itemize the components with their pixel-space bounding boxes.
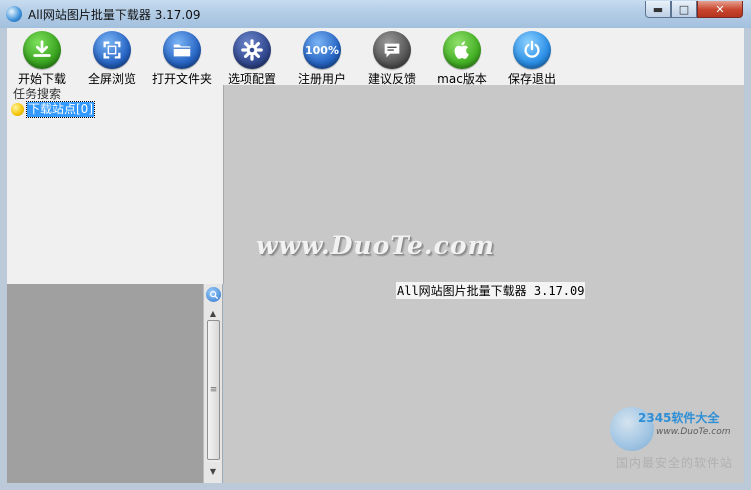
window-title: All网站图片批量下载器 3.17.09 — [28, 8, 201, 22]
logo-url: www.DuoTe.com — [656, 427, 731, 437]
task-tree-panel: 任务搜索 下载站点[0] — [7, 85, 224, 284]
gear-icon — [233, 31, 271, 69]
close-button[interactable]: ✕ — [697, 1, 743, 18]
search-icon[interactable] — [206, 287, 221, 302]
preview-area[interactable]: www.DuoTe.com All网站图片批量下载器 3.17.09 2345软… — [224, 85, 744, 483]
maximize-button[interactable]: □ — [671, 1, 697, 18]
save-exit-button[interactable]: 保存退出 — [497, 28, 567, 86]
scroll-thumb[interactable]: ≡ — [207, 320, 220, 460]
tree-item-label: 下载站点[0] — [26, 100, 95, 118]
minimize-button[interactable]: ▬ — [645, 1, 671, 18]
title-bar[interactable]: All网站图片批量下载器 3.17.09 ▬ □ ✕ — [0, 0, 751, 28]
badge-100-icon: 100% — [303, 31, 341, 69]
app-icon[interactable] — [6, 6, 22, 22]
scroll-down-button[interactable]: ▼ — [206, 464, 220, 478]
logo-brand: 2345软件大全 — [638, 411, 720, 425]
badge-100-text: 100% — [305, 43, 339, 57]
watermark-url: www.DuoTe.com — [256, 231, 495, 260]
mac-version-button[interactable]: mac版本 — [427, 28, 497, 86]
thumbnail-panel[interactable] — [7, 284, 203, 483]
scroll-up-button[interactable]: ▲ — [206, 306, 220, 320]
fullscreen-icon — [93, 31, 131, 69]
options-config-button[interactable]: 选项配置 — [217, 28, 287, 86]
register-user-button[interactable]: 100% 注册用户 — [287, 28, 357, 86]
center-app-label: All网站图片批量下载器 3.17.09 — [396, 282, 586, 299]
power-icon — [513, 31, 551, 69]
chat-bubble-icon — [373, 31, 411, 69]
toolbar: 开始下载 全屏浏览 打开文件夹 选项配置 100% 注册用户 建议反馈 mac版… — [7, 28, 744, 86]
apple-icon — [443, 31, 481, 69]
open-folder-button[interactable]: 打开文件夹 — [147, 28, 217, 86]
fullscreen-browse-button[interactable]: 全屏浏览 — [77, 28, 147, 86]
scroll-grip: ≡ — [209, 385, 218, 395]
folder-dot-icon — [11, 102, 24, 116]
app-window: All网站图片批量下载器 3.17.09 ▬ □ ✕ 开始下载 全屏浏览 打开文… — [0, 0, 751, 490]
feedback-button[interactable]: 建议反馈 — [357, 28, 427, 86]
start-download-button[interactable]: 开始下载 — [7, 28, 77, 86]
download-icon — [23, 31, 61, 69]
corner-logo: 2345软件大全 www.DuoTe.com 国内最安全的软件站 — [610, 407, 742, 479]
folder-icon — [163, 31, 201, 69]
tree-item-download-sites[interactable]: 下载站点[0] — [11, 100, 95, 118]
task-search-header[interactable]: 任务搜索 — [13, 85, 61, 102]
thumbnail-scrollbar[interactable]: ▲ ≡ ▼ — [203, 284, 223, 483]
logo-slogan: 国内最安全的软件站 — [616, 456, 734, 470]
window-bottom-border — [0, 483, 751, 490]
